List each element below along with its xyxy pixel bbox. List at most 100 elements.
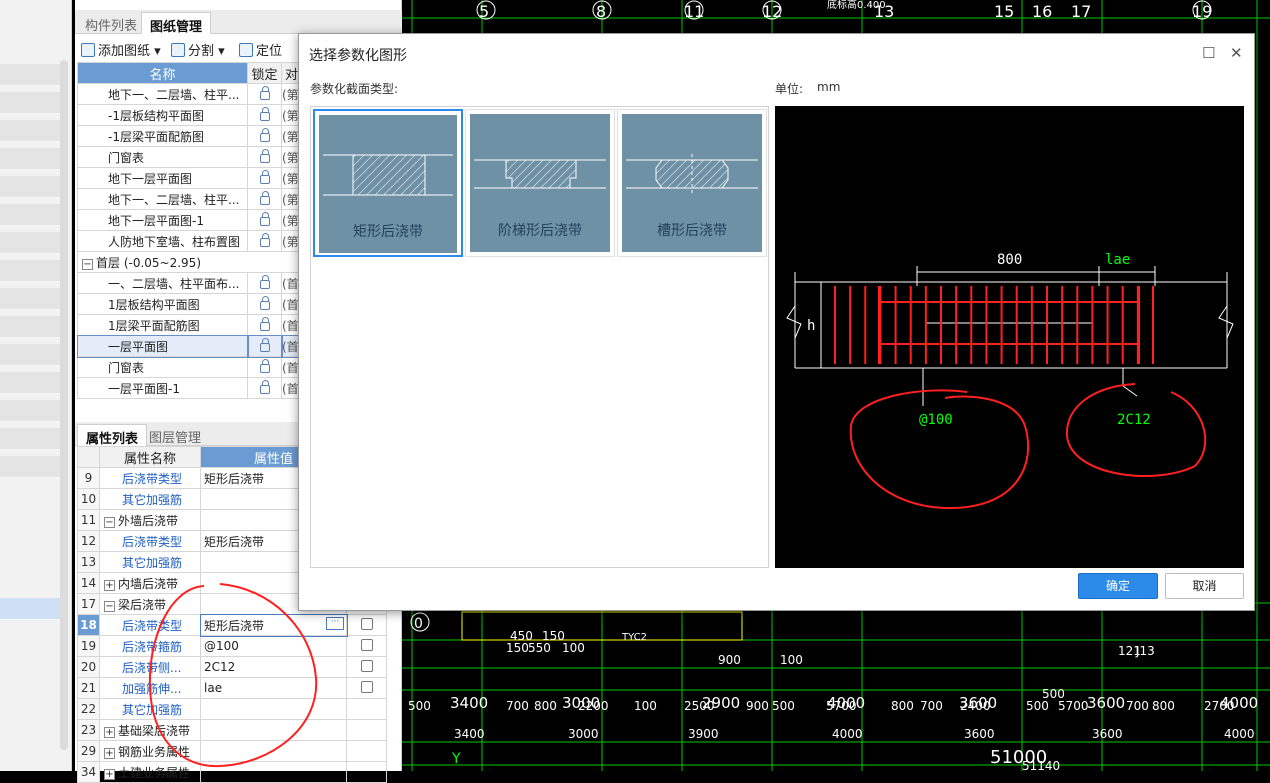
collapse-icon[interactable]: − [104,516,115,528]
attach-checkbox[interactable] [360,680,373,693]
dim-label: 3000 [568,727,599,741]
table-row[interactable]: 1层梁平面配筋图 (首 [77,314,302,336]
small-dim: 100 [780,653,803,667]
lock-icon[interactable] [259,359,270,373]
strip-row[interactable] [0,400,60,422]
lock-icon[interactable] [259,149,270,163]
add-drawing-button[interactable]: 添加图纸 ▾ [81,40,161,59]
table-row[interactable]: 地下一层平面图 (第 [77,167,302,189]
table-row-selected[interactable]: 一层平面图 (首 [76,334,303,358]
expand-icon[interactable]: + [104,768,115,780]
expand-icon[interactable]: + [104,747,115,759]
strip-row[interactable] [0,176,60,198]
lock-icon[interactable] [259,233,270,247]
attach-cell [346,614,387,636]
expand-icon[interactable]: + [104,726,115,738]
strip-row[interactable] [0,92,60,114]
lock-icon[interactable] [259,317,270,331]
lock-icon[interactable] [259,191,270,205]
shape-rectangular[interactable]: 矩形后浇带 [313,109,463,257]
strip-row[interactable] [0,260,60,282]
strip-row[interactable] [0,232,60,254]
row-number: 34 [77,761,100,783]
attach-checkbox[interactable] [360,638,373,651]
strip-row[interactable] [0,372,60,394]
col-prop-name[interactable]: 属性名称 [99,446,201,468]
group-row[interactable]: − 首层 (-0.05~2.95) [77,251,302,273]
row-number: 18 [77,614,100,636]
attach-checkbox[interactable] [360,617,373,630]
lock-icon[interactable] [259,338,270,352]
collapse-icon[interactable]: − [82,258,93,270]
small-dim: 2400 [960,699,991,713]
row-number: 21 [77,677,100,699]
lock-icon[interactable] [259,296,270,310]
lock-icon[interactable] [259,128,270,142]
dim-800-label: 800 [997,252,1022,268]
shape-grooved[interactable]: 槽形后浇带 [617,109,767,257]
axis-label: 15 [994,2,1014,21]
table-row[interactable]: 门窗表 (首 [77,356,302,378]
property-name: 其它加强筋 [122,492,183,507]
strip-row[interactable] [0,344,60,366]
strip-row-selected[interactable] [0,598,60,620]
unit-label: 单位: [775,82,804,96]
table-row[interactable]: 地下一、二层墙、柱平... (第 [77,83,302,105]
strip-row[interactable] [0,64,60,86]
tab-drawing-mgmt[interactable]: 图纸管理 [141,12,212,35]
tab-component-list[interactable]: 构件列表 [77,12,145,34]
shape-stepped[interactable]: 阶梯形后浇带 [465,109,615,257]
shape-label: 槽形后浇带 [657,223,727,239]
small-dim: 5700 [826,699,857,713]
small-dim: 800 [891,699,914,713]
add-drawing-label: 添加图纸 [98,44,151,59]
table-row[interactable]: 地下一、二层墙、柱平... (第 [77,188,302,210]
col-lock[interactable]: 锁定 [247,62,282,84]
grooved-section-icon [626,154,758,194]
strip-row[interactable] [0,428,60,450]
maximize-icon[interactable]: ☐ [1202,44,1215,62]
row-number: 12 [77,530,100,552]
table-row[interactable]: 1层板结构平面图 (首 [77,293,302,315]
tab-prop-list[interactable]: 属性列表 [77,424,148,447]
scrollbar[interactable] [60,60,68,750]
strip-row[interactable] [0,288,60,310]
lock-icon[interactable] [259,212,270,226]
split-icon [171,43,185,57]
strip-row[interactable] [0,204,60,226]
cancel-button[interactable]: 取消 [1165,573,1244,599]
strip-row[interactable] [0,456,60,478]
lock-icon[interactable] [259,107,270,121]
collapse-icon[interactable]: − [104,600,115,612]
table-row[interactable]: 一、二层墙、柱平面布... (首 [77,272,302,294]
tab-layer-mgmt[interactable]: 图层管理 [141,424,209,446]
ok-button[interactable]: 确定 [1078,573,1158,599]
table-row[interactable]: -1层板结构平面图 (第 [77,104,302,126]
lock-icon[interactable] [259,380,270,394]
close-icon[interactable]: ✕ [1230,44,1243,62]
dim-label: 3600 [964,727,995,741]
drawing-name: 地下一、二层墙、柱平... [77,188,248,210]
col-name[interactable]: 名称 [77,62,248,84]
strip-row[interactable] [0,148,60,170]
table-row[interactable]: 地下一层平面图-1 (第 [77,209,302,231]
expand-icon[interactable]: + [104,579,115,591]
split-button[interactable]: 分割 ▾ [171,40,225,59]
table-row[interactable]: 人防地下室墙、柱布置图 (第 [77,230,302,252]
row-number: 22 [77,698,100,720]
lock-icon[interactable] [259,170,270,184]
small-dim: 100 [634,699,657,713]
dim-label: 3900 [688,727,719,741]
table-row[interactable]: 一层平面图-1 (首 [77,377,302,399]
axis-label: 8 [596,2,606,21]
table-row[interactable]: -1层梁平面配筋图 (第 [77,125,302,147]
locate-button[interactable]: 定位 [239,40,282,59]
lock-icon[interactable] [259,275,270,289]
section-type-label: 参数化截面类型: [310,82,399,96]
attach-checkbox[interactable] [360,659,373,672]
lock-icon[interactable] [259,86,270,100]
strip-row[interactable] [0,120,60,142]
attach-cell [346,656,387,678]
table-row[interactable]: 门窗表 (第 [77,146,302,168]
strip-row[interactable] [0,316,60,338]
